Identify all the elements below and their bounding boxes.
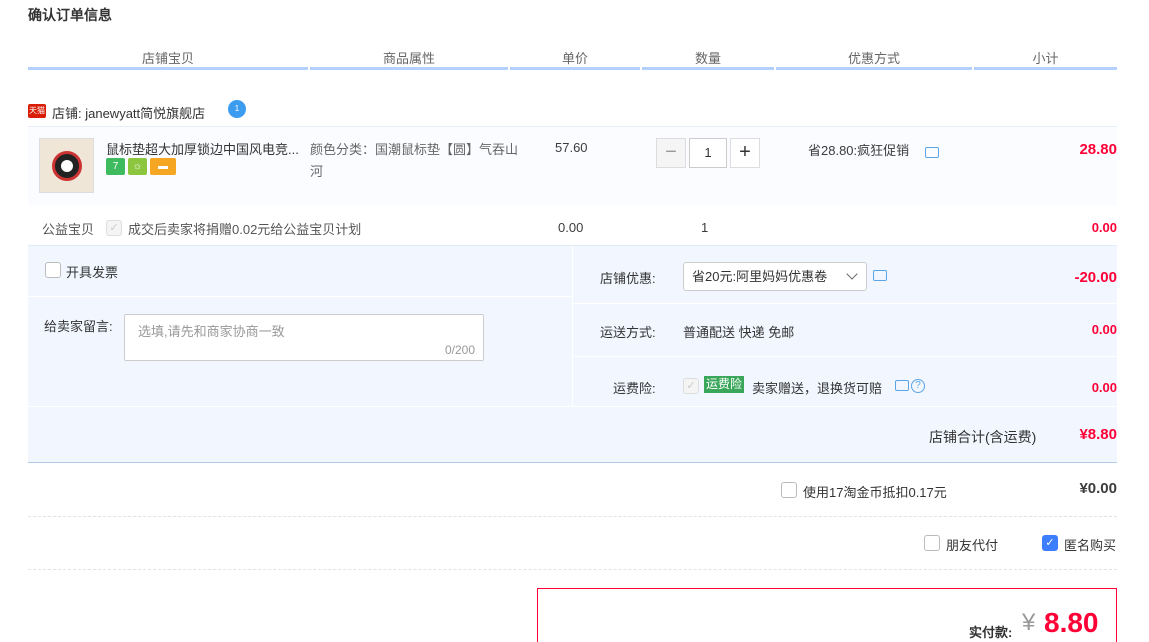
item-subtotal: 28.80 [1079,141,1117,158]
charity-label: 公益宝贝 [42,222,95,237]
promo-detail-icon[interactable] [925,147,939,158]
shop-coupon-label: 店铺优惠: [600,271,656,286]
product-name-link[interactable]: 鼠标垫超大加厚锁边中国风电竞... [106,139,306,158]
card-payment-icon: ▬ [150,158,176,175]
header-divider [974,67,1117,70]
insurance-amount: 0.00 [1091,380,1117,395]
header-divider [776,67,972,70]
shop-coupon-amount: -20.00 [1074,269,1117,286]
column-header-attr: 商品属性 [382,51,435,66]
header-divider [510,67,640,70]
column-header-promo: 优惠方式 [847,51,900,66]
message-label: 给卖家留言: [44,319,113,334]
help-icon[interactable]: ? [911,379,925,393]
wangwang-chat-icon[interactable]: 1 [228,100,246,118]
invoice-label: 开具发票 [66,265,119,280]
product-thumbnail[interactable] [39,138,94,193]
column-header-qty: 数量 [694,51,721,66]
insurance-tag: 运费险 [704,376,745,393]
insurance-message-icon[interactable] [895,380,909,391]
charity-text: 成交后卖家将捐赠0.02元给公益宝贝计划 [128,222,362,237]
message-placeholder: 选填,请先和商家协商一致 [138,324,285,339]
final-payment-box: 实付款: ¥ 8.80 [537,588,1117,642]
charity-qty: 1 [701,220,709,235]
quantity-decrease-button[interactable]: − [656,138,686,168]
page-title: 确认订单信息 [28,7,112,23]
shipping-method: 普通配送 快递 免邮 [683,325,795,340]
final-payment-label: 实付款: [969,625,1013,640]
friend-pay-label: 朋友代付 [946,538,999,553]
row-divider [28,296,572,297]
quantity-increase-button[interactable]: + [730,138,760,168]
header-divider [642,67,774,70]
shipping-label: 运送方式: [600,325,656,340]
row-divider [573,356,1117,357]
shop-total-amount: ¥8.80 [1079,426,1117,443]
product-attribute: 颜色分类：国潮鼠标垫【圆】气吞山河 [310,142,519,179]
seller-message-textarea[interactable]: 选填,请先和商家协商一致 0/200 [124,314,484,361]
divider [28,516,1117,517]
insurance-checkbox [683,378,699,394]
shop-coupon-select[interactable]: 省20元:阿里妈妈优惠卷 [683,262,867,291]
currency-symbol: ¥ [1022,609,1036,636]
insurance-label: 运费险: [613,381,656,396]
unit-price: 57.60 [555,140,588,155]
service-icon: ☼ [128,158,147,175]
coupon-info-icon[interactable] [873,270,887,281]
friend-pay-checkbox[interactable] [924,535,940,551]
seven-day-return-icon: 7 [106,158,125,175]
header-divider [310,67,508,70]
header-divider [28,67,308,70]
shop-coupon-selected: 省20元:阿里妈妈优惠卷 [692,269,828,284]
shop-total-label: 店铺合计(含运费) [929,429,1037,445]
insurance-text: 卖家赠送，退换货可赔 [752,381,883,396]
shop-name-link[interactable]: 店铺: janewyatt简悦旗舰店 [52,103,205,122]
coins-text: 使用17淘金币抵扣0.17元 [803,485,947,500]
panel-divider [572,246,573,406]
row-divider [28,406,1117,407]
coins-amount: ¥0.00 [1079,480,1117,497]
promotion-text: 省28.80:疯狂促销 [808,143,910,158]
message-char-counter: 0/200 [444,343,475,357]
charity-price: 0.00 [558,220,584,235]
column-header-item: 店铺宝贝 [141,51,194,66]
anonymous-checkbox[interactable]: ✓ [1042,535,1058,551]
shipping-amount: 0.00 [1091,322,1117,337]
final-payment-amount: 8.80 [1044,607,1099,638]
quantity-input[interactable]: 1 [689,138,727,168]
invoice-checkbox[interactable] [45,262,61,278]
column-header-price: 单价 [561,51,588,66]
anonymous-label: 匿名购买 [1064,538,1117,553]
chevron-down-icon [846,268,858,280]
row-divider [573,303,1117,304]
column-header-subtotal: 小计 [1032,51,1059,66]
tmall-icon: 天猫 [28,104,46,118]
item-row [28,126,1117,206]
divider [28,569,1117,570]
charity-checkbox [106,220,122,236]
coins-checkbox[interactable] [781,482,797,498]
charity-subtotal: 0.00 [1091,220,1117,235]
